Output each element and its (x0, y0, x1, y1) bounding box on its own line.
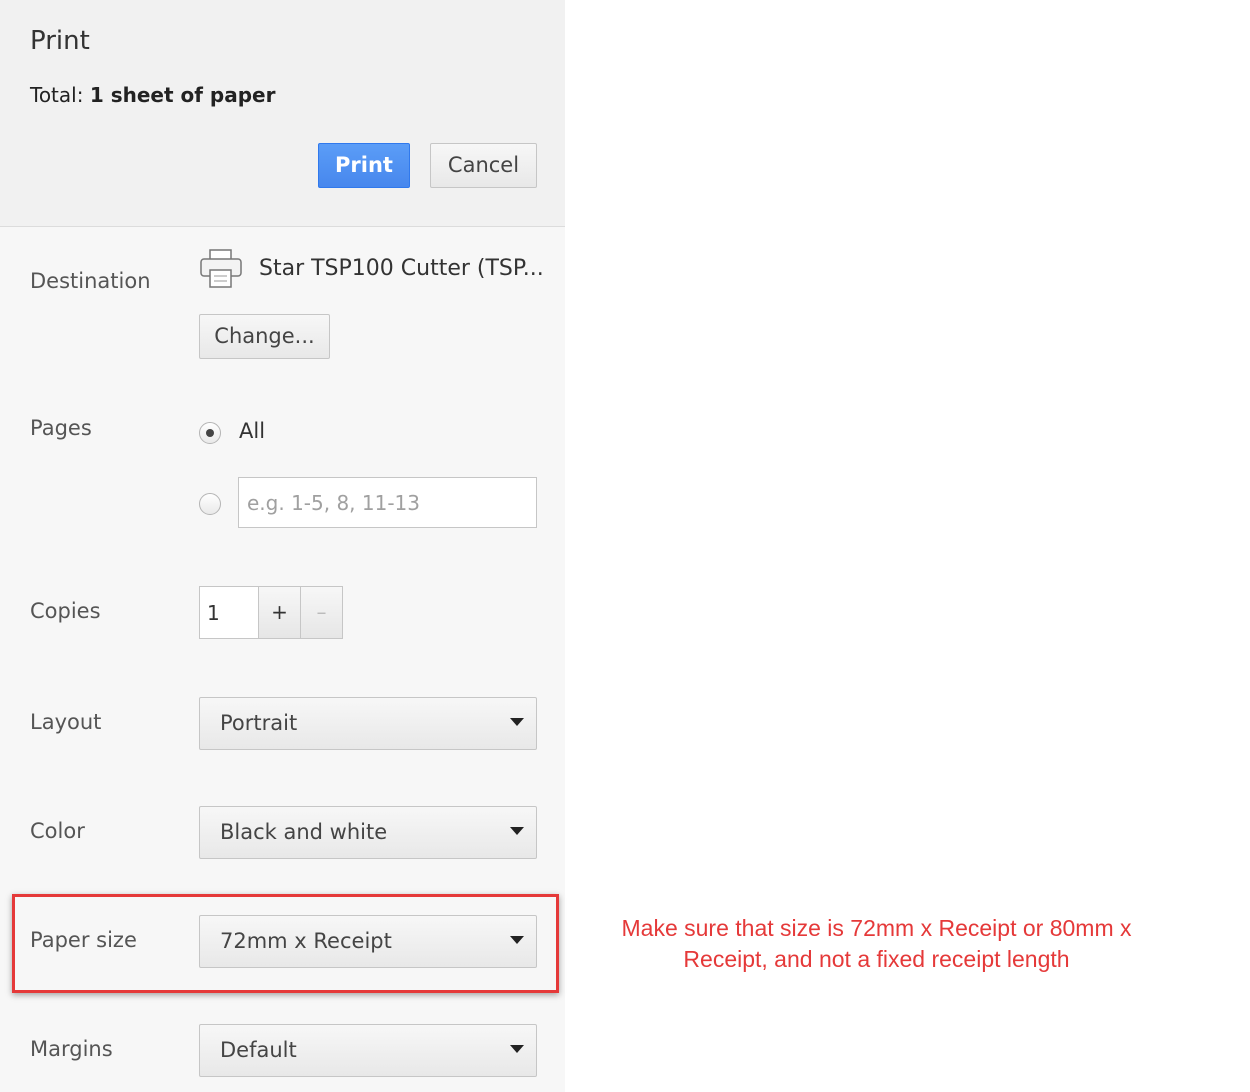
pages-range-input[interactable] (238, 477, 537, 528)
layout-value: Portrait (220, 711, 298, 735)
margins-value: Default (220, 1038, 297, 1062)
change-destination-button[interactable]: Change... (199, 314, 330, 359)
margins-select[interactable]: Default (199, 1024, 537, 1077)
print-header: Print Total: 1 sheet of paper Print Canc… (0, 0, 565, 227)
margins-label: Margins (30, 1037, 113, 1061)
color-value: Black and white (220, 820, 388, 844)
pages-all-label: All (239, 419, 266, 443)
pages-label: Pages (30, 416, 92, 440)
color-select[interactable]: Black and white (199, 806, 537, 859)
cancel-button[interactable]: Cancel (430, 143, 537, 188)
copies-decrement-button[interactable]: – (300, 586, 343, 639)
destination-printer-name: Star TSP100 Cutter (TSP... (259, 256, 544, 281)
copies-label: Copies (30, 599, 101, 623)
printer-icon (200, 249, 242, 288)
color-label: Color (30, 819, 85, 843)
pages-range-radio[interactable] (199, 493, 221, 515)
total-summary: Total: 1 sheet of paper (30, 83, 275, 107)
layout-label: Layout (30, 710, 102, 734)
annotation-note: Make sure that size is 72mm x Receipt or… (621, 915, 1132, 972)
total-value: 1 sheet of paper (89, 83, 276, 107)
copies-increment-button[interactable]: + (258, 586, 301, 639)
print-button[interactable]: Print (318, 143, 410, 188)
destination-label: Destination (30, 269, 151, 293)
layout-select[interactable]: Portrait (199, 697, 537, 750)
paper-size-highlight-box (12, 894, 559, 993)
dropdown-arrow-icon (510, 827, 524, 835)
dialog-title: Print (30, 26, 90, 56)
dropdown-arrow-icon (510, 718, 524, 726)
copies-input[interactable] (199, 586, 259, 639)
dropdown-arrow-icon (510, 1045, 524, 1053)
pages-all-radio[interactable] (199, 422, 221, 444)
total-label: Total: (30, 83, 84, 107)
radio-selected-dot (206, 429, 214, 437)
